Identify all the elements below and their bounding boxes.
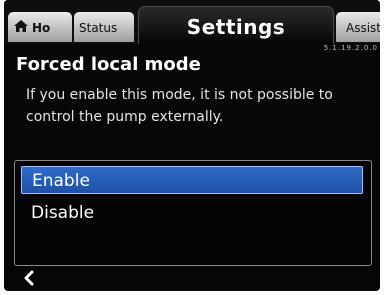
page-title: Forced local mode [16,54,201,75]
tab-bar: Ho Status Assist Settings [4,0,380,44]
tab-status[interactable]: Status [74,12,134,42]
option-disable[interactable]: Disable [21,199,363,227]
version-label: 5.1.19.2.0.0 [323,44,378,52]
chevron-left-icon [24,270,34,286]
tab-status-label: Status [79,21,118,35]
home-icon [14,20,28,32]
back-button[interactable] [22,270,42,290]
option-disable-label: Disable [31,203,95,223]
options-list: Enable Disable [14,160,372,266]
tab-assist-label: Assist [346,21,380,35]
pump-display: Ho Status Assist Settings 5.1.19.2.0.0 F… [4,0,380,291]
description-text: If you enable this mode, it is not possi… [26,87,333,125]
tab-home-label: Ho [32,21,51,35]
tab-assist[interactable]: Assist [336,12,380,42]
tab-home[interactable]: Ho [8,12,72,42]
tab-settings[interactable]: Settings [138,6,334,44]
option-enable[interactable]: Enable [21,166,363,194]
option-enable-label: Enable [32,171,90,191]
tab-settings-label: Settings [186,15,286,39]
